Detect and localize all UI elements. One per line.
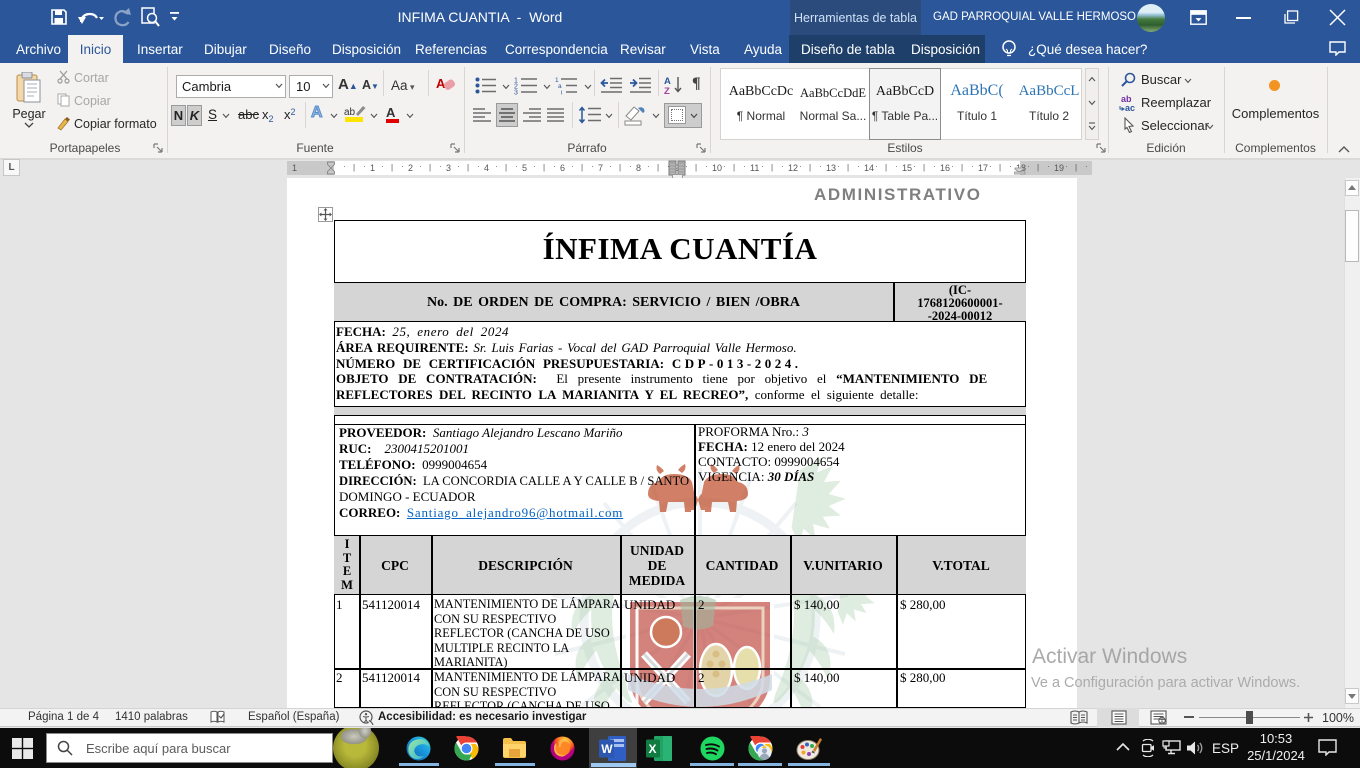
svg-text:3: 3	[514, 90, 518, 96]
svg-text:Z: Z	[664, 86, 670, 95]
svg-text:A: A	[386, 105, 396, 120]
svg-text:X: X	[649, 742, 657, 756]
svg-text:ac: ac	[1125, 103, 1135, 112]
svg-text:ab: ab	[344, 107, 356, 118]
svg-text:W: W	[601, 742, 613, 756]
svg-text:i: i	[561, 90, 562, 96]
